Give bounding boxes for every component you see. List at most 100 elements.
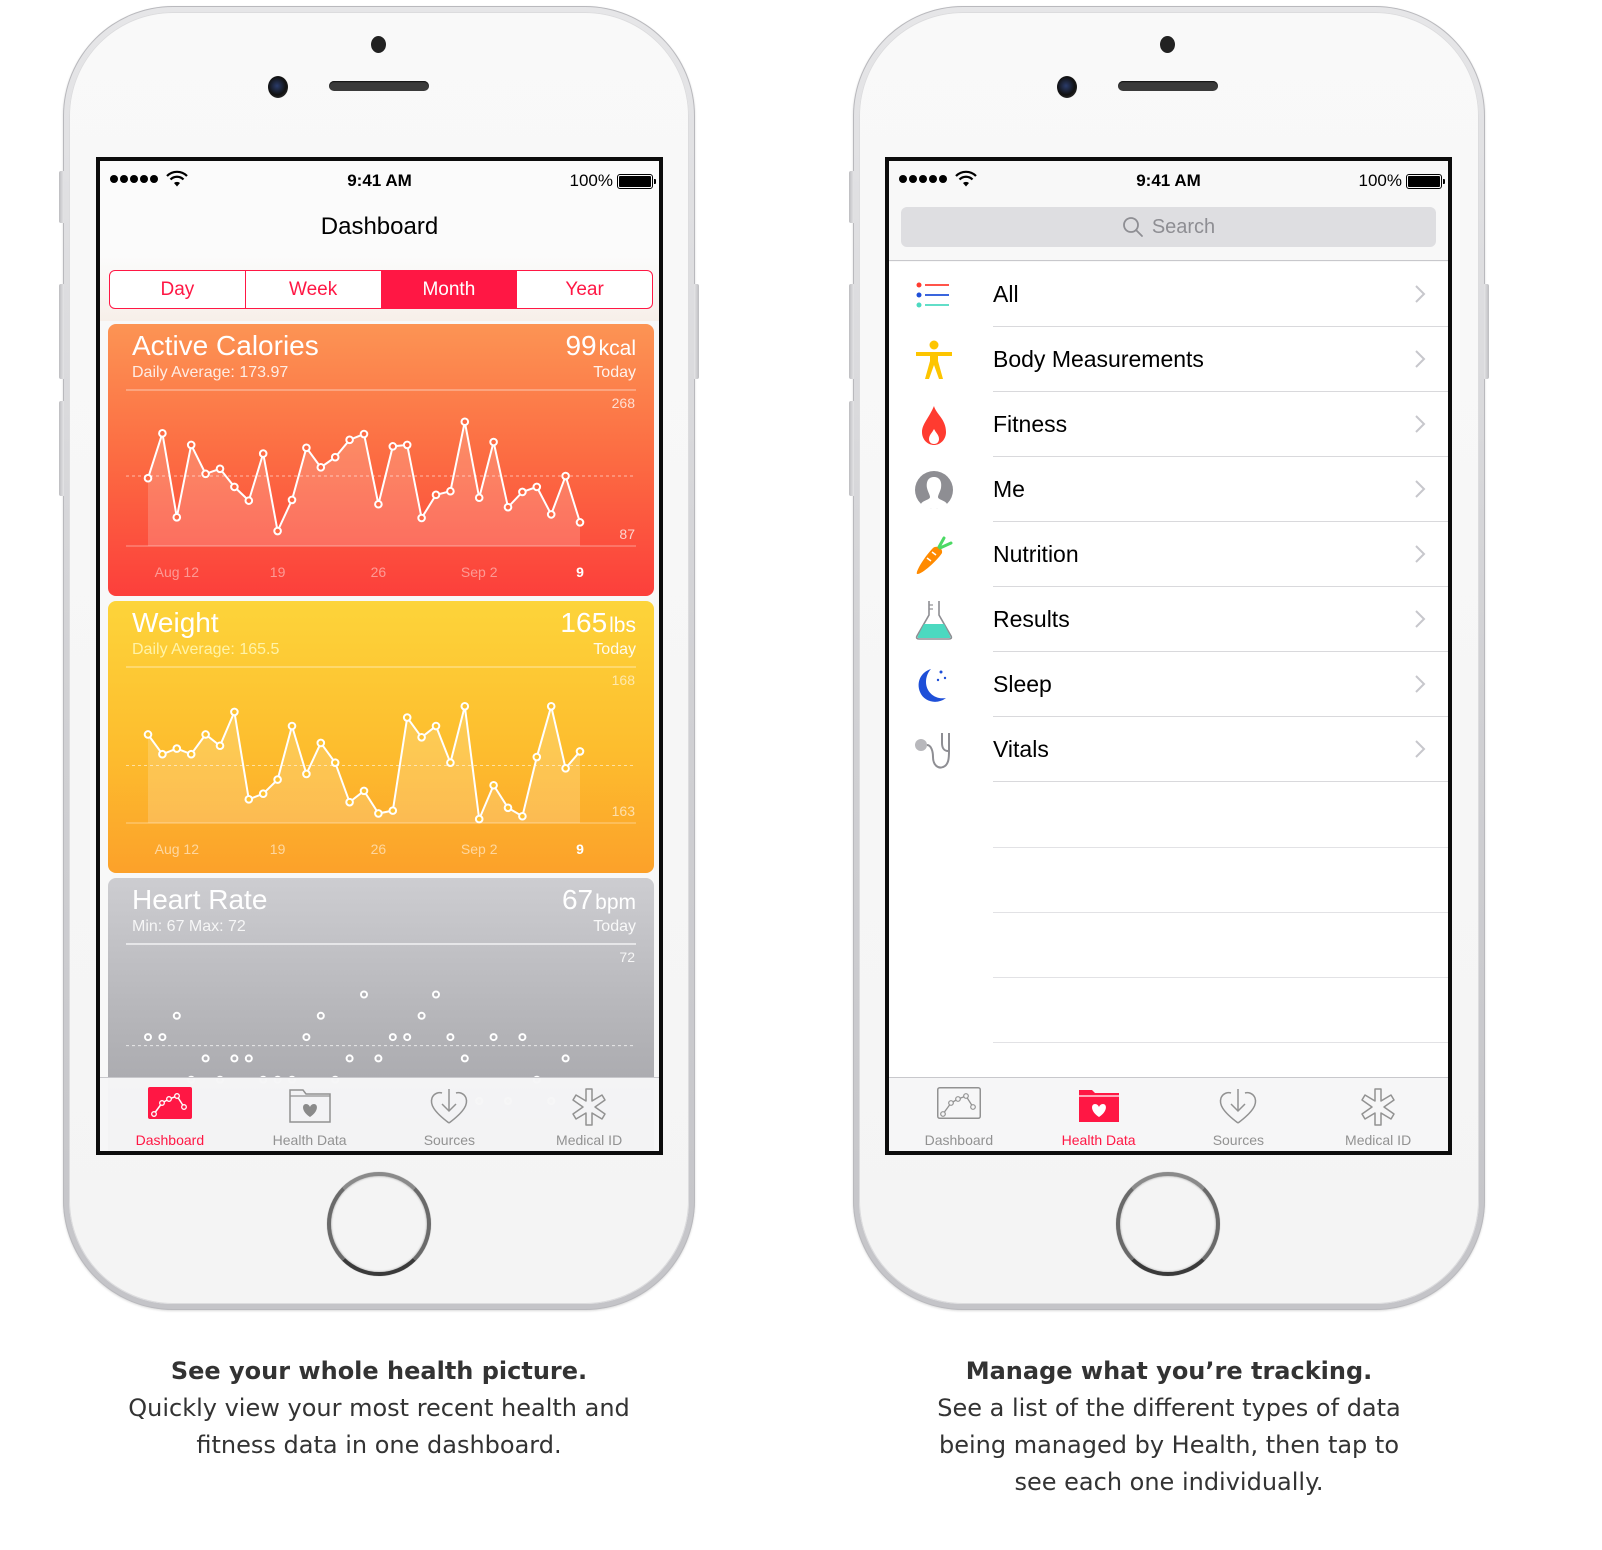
value-unit: kcal (598, 337, 636, 360)
data-point (258, 449, 268, 458)
x-tick-label: 26 (371, 564, 387, 580)
data-point (446, 486, 455, 496)
data-point (143, 730, 153, 739)
category-row-body-measurements[interactable]: Body Measurements (889, 327, 1448, 392)
tab-medical-id[interactable]: Medical ID (519, 1078, 659, 1151)
category-row-sleep[interactable]: Sleep (889, 652, 1448, 717)
weight-card[interactable]: 168 163 Aug 12 19 26 Sep 2 9 Weight Daily Aver… (108, 601, 654, 873)
x-tick-label: 9 (576, 564, 584, 580)
category-row-vitals[interactable]: Vitals (889, 717, 1448, 782)
sources-heart-download-icon (431, 1089, 468, 1124)
empty-row-separator (993, 912, 1448, 913)
tab-health-data[interactable]: Health Data (240, 1078, 380, 1151)
data-point (273, 775, 282, 784)
value-number: 67 (561, 884, 594, 915)
tab-dashboard[interactable]: Dashboard (100, 1078, 240, 1151)
data-point (172, 512, 182, 522)
category-label: Me (993, 476, 1025, 502)
data-point (388, 442, 398, 451)
earpiece-speaker (1118, 81, 1218, 91)
data-point (374, 809, 383, 818)
volume-down-button (59, 401, 64, 496)
tab-label: Sources (423, 1132, 476, 1148)
battery-percent: 100% (569, 171, 613, 190)
tab-health-data[interactable]: Health Data (1029, 1078, 1169, 1151)
volume-up-button (59, 284, 64, 379)
data-point (532, 482, 542, 492)
card-date: Today (593, 918, 636, 935)
medical-id-asterisk-icon (1361, 1088, 1395, 1126)
time-range-segmented-control: Day Week Month Year (109, 270, 653, 309)
data-point (201, 1054, 210, 1063)
caption-health-data: Manage what you’re tracking. See a list … (853, 1353, 1485, 1501)
data-point (446, 1033, 455, 1042)
flame-icon (922, 406, 946, 445)
dashboard-chart-icon (936, 1087, 981, 1119)
battery-full-icon (617, 174, 656, 189)
home-button[interactable] (1116, 1172, 1220, 1276)
category-row-nutrition[interactable]: Nutrition (889, 522, 1448, 587)
data-point (503, 502, 513, 512)
dashboard-chart-icon (147, 1087, 192, 1119)
tab-sources[interactable]: Sources (1169, 1078, 1309, 1151)
category-label: Sleep (993, 671, 1052, 697)
tab-label: Medical ID (556, 1132, 623, 1148)
tab-dashboard[interactable]: Dashboard (889, 1078, 1029, 1151)
data-point (215, 741, 225, 751)
card-value: 165lbs (560, 607, 636, 639)
search-input[interactable]: Search (901, 207, 1436, 247)
segment-day[interactable]: Day (110, 271, 246, 308)
category-row-me[interactable]: Me (889, 457, 1448, 522)
caption-line: Quickly view your most recent health and (128, 1394, 630, 1422)
tab-sources[interactable]: Sources (380, 1078, 520, 1151)
data-point (532, 752, 542, 762)
card-subtitle: Min: 67 Max: 72 (132, 918, 246, 935)
data-point (388, 1033, 397, 1042)
data-point (287, 495, 297, 505)
x-tick-label: Sep 2 (461, 564, 498, 580)
empty-row-separator (993, 847, 1448, 848)
data-point (345, 1054, 354, 1063)
segment-week[interactable]: Week (246, 271, 382, 308)
caption-line: see each one individually. (1014, 1468, 1324, 1496)
card-value: 99kcal (565, 330, 636, 362)
medical-id-asterisk-icon (572, 1088, 606, 1126)
x-tick-label: 19 (270, 564, 286, 580)
tab-bar: Dashboard Health Data Sources Medical ID (889, 1077, 1448, 1151)
data-point (186, 749, 196, 759)
status-bar: 9:41 AM 100% (100, 161, 659, 201)
data-point (230, 1054, 239, 1063)
active-calories-card[interactable]: 268 87 Aug 12 19 26 Sep 2 9 Active Calories Da… (108, 324, 654, 596)
data-point (402, 713, 412, 722)
data-point (489, 780, 498, 790)
data-point (158, 1033, 167, 1042)
data-point (431, 721, 441, 731)
category-row-results[interactable]: Results (889, 587, 1448, 652)
x-tick-label: 26 (371, 841, 387, 857)
data-point (474, 814, 484, 824)
data-point (374, 499, 383, 509)
home-button[interactable] (327, 1172, 431, 1276)
power-button (694, 284, 699, 379)
health-data-folder-icon (1078, 1090, 1119, 1122)
category-row-all[interactable]: All (889, 262, 1448, 327)
data-point (518, 1033, 527, 1042)
data-point (417, 733, 426, 742)
segment-month[interactable]: Month (381, 271, 518, 308)
y-min-label: 87 (619, 526, 635, 542)
tab-medical-id[interactable]: Medical ID (1308, 1078, 1448, 1151)
data-point (403, 1033, 412, 1042)
data-point (417, 1011, 426, 1020)
empty-row-separator (993, 1042, 1448, 1043)
tab-bar: Dashboard Health Data Sources Medical ID (100, 1077, 659, 1151)
data-point (518, 487, 527, 497)
category-row-fitness[interactable]: Fitness (889, 392, 1448, 457)
y-min-label: 163 (612, 803, 636, 819)
data-point (158, 429, 167, 438)
segment-year[interactable]: Year (517, 271, 652, 308)
data-point (316, 463, 326, 472)
carrot-icon (916, 536, 953, 575)
tab-label: Dashboard (924, 1132, 994, 1148)
tab-label: Dashboard (135, 1132, 205, 1148)
data-point (345, 435, 354, 445)
